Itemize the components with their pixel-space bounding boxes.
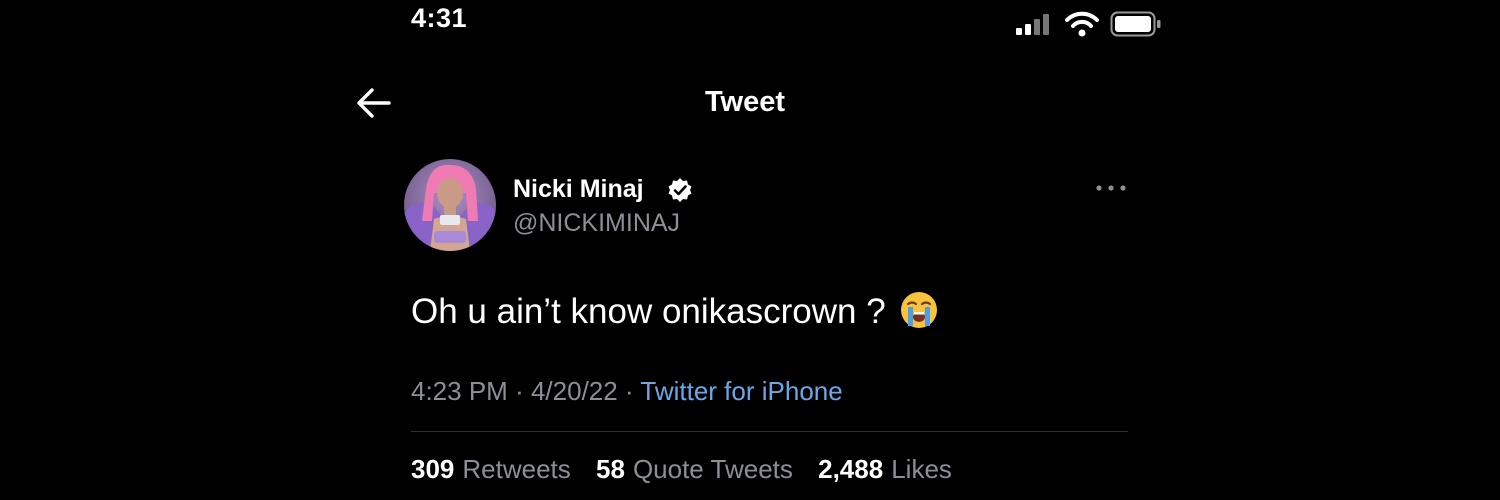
likes-stat[interactable]: 2,488 Likes bbox=[818, 454, 952, 484]
page-title: Tweet bbox=[704, 86, 786, 118]
likes-label: Likes bbox=[891, 454, 952, 484]
signal-icon bbox=[1016, 10, 1056, 38]
tweet-time: 4:23 PM bbox=[411, 376, 508, 406]
likes-count: 2,488 bbox=[818, 454, 884, 484]
tweet-meta: 4:23 PM · 4/20/22 · Twitter for iPhone bbox=[411, 376, 843, 407]
retweets-stat[interactable]: 309 Retweets bbox=[411, 454, 571, 484]
meta-separator: · bbox=[515, 376, 524, 406]
quote-tweets-label: Quote Tweets bbox=[632, 454, 793, 484]
wifi-icon bbox=[1065, 11, 1099, 37]
divider bbox=[411, 431, 1128, 432]
retweets-label: Retweets bbox=[462, 454, 571, 484]
tweet-stats: 309 Retweets 58 Quote Tweets 2,488 Likes bbox=[411, 454, 970, 485]
avatar-image bbox=[404, 159, 496, 251]
author-name[interactable]: Nicki Minaj bbox=[513, 175, 644, 204]
author-handle[interactable]: @NICKIMINAJ bbox=[513, 209, 680, 238]
status-time: 4:31 bbox=[411, 3, 468, 33]
battery-icon bbox=[1110, 11, 1161, 37]
tweet-source-link[interactable]: Twitter for iPhone bbox=[640, 376, 842, 406]
tweet-date: 4/20/22 bbox=[530, 376, 618, 406]
tweet-text-content: Oh u ain’t know onikascrown ? bbox=[411, 292, 886, 331]
meta-separator: · bbox=[624, 376, 634, 406]
retweets-count: 309 bbox=[411, 454, 455, 484]
verified-icon bbox=[668, 178, 692, 202]
loudly-crying-face-icon bbox=[901, 292, 938, 328]
avatar[interactable] bbox=[404, 159, 496, 251]
more-icon[interactable] bbox=[1094, 176, 1128, 200]
quote-tweets-stat[interactable]: 58 Quote Tweets bbox=[596, 454, 793, 484]
tweet-text: Oh u ain’t know onikascrown ? bbox=[411, 290, 939, 332]
quote-tweets-count: 58 bbox=[596, 454, 625, 484]
